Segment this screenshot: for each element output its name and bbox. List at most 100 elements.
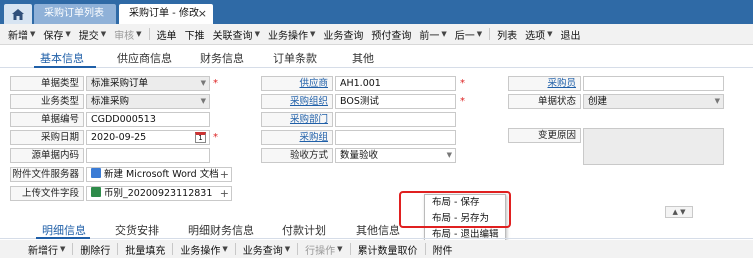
purchase-org-input[interactable]: BOS测试 [335,94,456,109]
attach-server-field[interactable]: 新建 Microsoft Word 文档 + [86,167,232,182]
excel-file-icon [91,187,101,197]
toolbar-button-11[interactable]: 前一 ▼ [415,27,450,42]
label-purchaser[interactable]: 采购员 [508,76,581,91]
chevron-down-icon: ▼ [100,30,107,38]
detail-button-label: 累计数量取价 [357,245,418,257]
tab-order-terms[interactable]: 订单条款 [273,50,317,66]
detail-button-label: 新增行 [28,245,58,257]
upload-field[interactable]: 币别_20200923112831 + [86,186,232,201]
purchase-date-value: 2020-09-25 [91,132,147,143]
detail-button-4[interactable]: 业务查询 ▼ [239,242,294,257]
toolbar-button-1[interactable]: 保存 ▼ [39,27,74,42]
toolbar-button-6[interactable]: 下推 [181,27,209,42]
tab-label: 采购订单 - 修改 [129,8,199,19]
collapse-toggle-icon[interactable]: ▲ ▼ [665,206,693,218]
bill-no-input[interactable]: CGDD000513 [86,112,210,127]
toolbar-button-2[interactable]: 提交 ▼ [75,27,110,42]
tab-supplier-info[interactable]: 供应商信息 [117,50,172,66]
tab-delivery-schedule[interactable]: 交货安排 [115,222,159,238]
required-mark: * [213,132,218,143]
inspection-select[interactable]: 数量验收 ▼ [335,148,456,163]
label-purchase-org[interactable]: 采购组织 [261,94,333,109]
detail-button-1[interactable]: 删除行 [76,242,114,257]
detail-button-5[interactable]: 行操作 ▼ [301,242,346,257]
purchase-date-input[interactable]: 2020-09-25 1 [86,130,210,145]
tab-other-info[interactable]: 其他信息 [356,222,400,238]
toolbar-button-7[interactable]: 关联查询 ▼ [209,27,264,42]
main-toolbar: 新增 ▼ 保存 ▼ 提交 ▼ 审核 ▼ 选单 下推 关联查询 ▼ 业务操作 ▼ 业务查询 预付查询 前一 ▼ 后一 ▼… [0,24,753,45]
purchase-dept-input[interactable] [335,112,456,127]
detail-button-6[interactable]: 累计数量取价 [354,242,422,257]
tab-other[interactable]: 其他 [352,50,374,66]
required-mark: * [213,78,218,89]
purchase-group-input[interactable] [335,130,456,145]
tab-detail-info[interactable]: 明细信息 [42,222,86,238]
toolbar-button-label: 业务查询 [323,30,364,42]
toolbar-button-5[interactable]: 选单 [153,27,181,42]
tab-finance-info[interactable]: 财务信息 [200,50,244,66]
chevron-down-icon: ▼ [714,97,720,105]
toolbar-button-12[interactable]: 后一 ▼ [451,27,486,42]
tab-payment-plan[interactable]: 付款计划 [282,222,326,238]
upload-field-value: 币别_20200923112831 [104,188,213,199]
tab-basic-info[interactable]: 基本信息 [40,50,84,66]
label-source-content: 源单据内码 [10,148,84,163]
detail-button-label: 业务操作 [180,245,221,257]
window-tab-bar: 采购订单列表 采购订单 - 修改 × [0,0,753,24]
detail-button-7[interactable]: 附件 [429,242,457,257]
toolbar-button-label: 审核 [114,30,135,42]
bill-type-select[interactable]: 标准采购订单 ▼ [86,76,210,91]
detail-button-2[interactable]: 批量填充 [121,242,169,257]
label-inspection: 验收方式 [261,148,333,163]
label-bill-type: 单据类型 [10,76,84,91]
chevron-down-icon: ▼ [547,30,553,38]
toolbar-button-16[interactable]: 退出 [557,27,585,42]
toolbar-button-label: 提交 [78,30,99,42]
detail-button-label: 行操作 [305,245,336,257]
chevron-down-icon: ▼ [476,30,483,38]
chevron-down-icon: ▼ [136,30,142,38]
calendar-icon[interactable]: 1 [195,132,206,143]
toolbar-button-label: 预付查询 [371,30,412,42]
detail-toolbar: 新增行 ▼ 删除行 批量填充 业务操作 ▼ 业务查询 ▼ 行操作 ▼ 累计数量取价 附件 [0,240,753,258]
label-purchase-date: 采购日期 [10,130,84,145]
label-bill-no: 单据编号 [10,112,84,127]
supplier-input[interactable]: AH1.001 [335,76,456,91]
detail-tabs: 明细信息 交货安排 明细财务信息 付款计划 其他信息 [0,219,753,239]
chevron-down-icon: ▼ [200,79,206,87]
toolbar-button-14[interactable]: 列表 [493,27,521,42]
tab-detail-finance[interactable]: 明细财务信息 [188,222,254,238]
label-supplier[interactable]: 供应商 [261,76,333,91]
chevron-down-icon: ▼ [65,30,71,38]
toolbar-button-label: 业务操作 [267,30,308,42]
toolbar-button-3[interactable]: 审核 ▼ [110,27,145,42]
add-icon[interactable]: + [220,187,229,200]
biz-type-select[interactable]: 标准采购 ▼ [86,94,210,109]
toolbar-button-0[interactable]: 新增 ▼ [4,27,39,42]
change-reason-textarea[interactable] [583,128,724,165]
label-purchase-group[interactable]: 采购组 [261,130,333,145]
detail-button-label: 业务查询 [242,245,283,257]
toolbar-button-10[interactable]: 预付查询 [367,27,415,42]
toolbar-button-label: 列表 [497,30,518,42]
toolbar-button-8[interactable]: 业务操作 ▼ [264,27,319,42]
home-tab[interactable] [4,4,32,24]
label-attach-server: 附件文件服务器 [10,167,84,182]
bill-status-select[interactable]: 创建 ▼ [583,94,724,109]
toolbar-separator [424,243,426,255]
label-purchase-dept[interactable]: 采购部门 [261,112,333,127]
source-content-input[interactable] [86,148,210,163]
chevron-down-icon: ▼ [60,245,66,253]
toolbar-button-9[interactable]: 业务查询 [319,27,367,42]
chevron-down-icon: ▼ [222,245,228,253]
purchaser-input[interactable] [583,76,724,91]
bill-status-value: 创建 [588,96,608,107]
detail-button-0[interactable]: 新增行 ▼ [24,242,69,257]
toolbar-button-15[interactable]: 选项 ▼ [521,27,556,42]
close-icon[interactable]: × [198,4,207,24]
detail-button-3[interactable]: 业务操作 ▼ [176,242,231,257]
add-icon[interactable]: + [220,168,229,181]
purchase-org-value: BOS测试 [340,96,379,107]
tab-purchase-order-list[interactable]: 采购订单列表 [34,4,116,24]
tab-purchase-order-edit[interactable]: 采购订单 - 修改 × [119,4,213,24]
